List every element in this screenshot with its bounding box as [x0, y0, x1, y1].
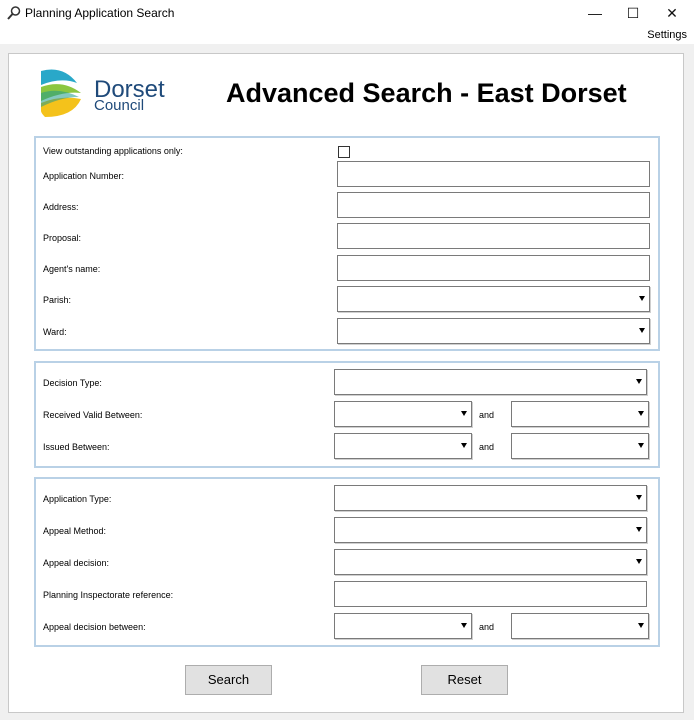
close-button[interactable]: ✕: [653, 0, 691, 26]
search-button[interactable]: Search: [185, 665, 272, 695]
application-number-label: Application Number:: [43, 171, 125, 181]
magnifier-icon: [7, 6, 21, 20]
settings-menu[interactable]: Settings: [647, 29, 687, 41]
chevron-down-icon: [461, 443, 467, 448]
appeal-method-dropdown[interactable]: [334, 517, 647, 543]
chevron-down-icon: [638, 443, 644, 448]
appeal-details-group: Application Type: Appeal Method: Appeal …: [34, 477, 660, 647]
issued-between-label: Issued Between:: [43, 442, 110, 452]
decision-dates-group: Decision Type: Received Valid Between: a…: [34, 361, 660, 468]
received-from-dropdown[interactable]: [334, 401, 472, 427]
minimize-button[interactable]: —: [576, 0, 614, 26]
dorset-council-logo-icon: [41, 69, 81, 117]
address-input[interactable]: [337, 192, 650, 218]
appeal-and-label: and: [479, 622, 495, 632]
logo-text-council: Council: [94, 97, 145, 114]
title-bar: Planning Application Search — ☐ ✕: [0, 0, 694, 28]
outstanding-only-checkbox[interactable]: [338, 146, 350, 158]
chevron-down-icon: [461, 411, 467, 416]
outstanding-label: View outstanding applications only:: [43, 146, 183, 156]
chevron-down-icon: [639, 296, 645, 301]
chevron-down-icon: [638, 411, 644, 416]
issued-from-dropdown[interactable]: [334, 433, 472, 459]
chevron-down-icon: [639, 328, 645, 333]
decision-type-label: Decision Type:: [43, 378, 102, 388]
appeal-decision-label: Appeal decision:: [43, 558, 110, 568]
parish-label: Parish:: [43, 295, 72, 305]
agent-name-label: Agent's name:: [43, 264, 101, 274]
ward-dropdown[interactable]: [337, 318, 650, 344]
reset-button[interactable]: Reset: [421, 665, 508, 695]
application-type-dropdown[interactable]: [334, 485, 647, 511]
appeal-to-dropdown[interactable]: [511, 613, 649, 639]
chevron-down-icon: [636, 379, 642, 384]
received-valid-label: Received Valid Between:: [43, 410, 143, 420]
chevron-down-icon: [638, 623, 644, 628]
chevron-down-icon: [636, 559, 642, 564]
proposal-input[interactable]: [337, 223, 650, 249]
application-type-label: Application Type:: [43, 494, 112, 504]
decision-type-dropdown[interactable]: [334, 369, 647, 395]
search-panel: Dorset Council Advanced Search - East Do…: [8, 53, 684, 713]
issued-and-label: and: [479, 442, 495, 452]
appeal-from-dropdown[interactable]: [334, 613, 472, 639]
address-label: Address:: [43, 202, 79, 212]
appeal-decision-between-label: Appeal decision between:: [43, 622, 146, 632]
received-and-label: and: [479, 410, 495, 420]
maximize-button[interactable]: ☐: [614, 0, 652, 26]
inspectorate-reference-label: Planning Inspectorate reference:: [43, 590, 174, 600]
agent-name-input[interactable]: [337, 255, 650, 281]
chevron-down-icon: [636, 495, 642, 500]
ward-label: Ward:: [43, 327, 67, 337]
page-title: Advanced Search - East Dorset: [226, 78, 627, 108]
chevron-down-icon: [461, 623, 467, 628]
menu-bar: Settings: [0, 28, 694, 44]
appeal-method-label: Appeal Method:: [43, 526, 107, 536]
proposal-label: Proposal:: [43, 233, 82, 243]
applicant-details-group: View outstanding applications only: Appl…: [34, 136, 660, 351]
appeal-decision-dropdown[interactable]: [334, 549, 647, 575]
issued-to-dropdown[interactable]: [511, 433, 649, 459]
window-title: Planning Application Search: [25, 6, 175, 20]
chevron-down-icon: [636, 527, 642, 532]
received-to-dropdown[interactable]: [511, 401, 649, 427]
parish-dropdown[interactable]: [337, 286, 650, 312]
application-number-input[interactable]: [337, 161, 650, 187]
inspectorate-reference-input[interactable]: [334, 581, 647, 607]
